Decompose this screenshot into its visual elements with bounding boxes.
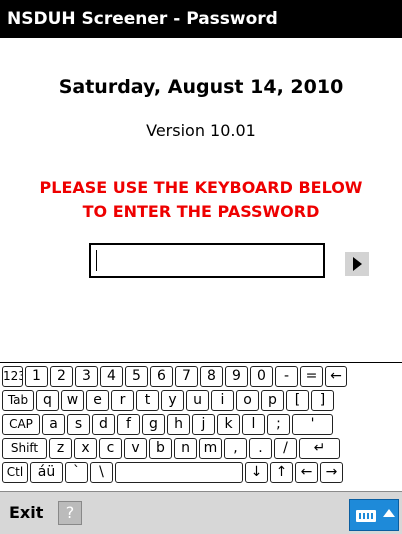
key-symbol-3[interactable]: \ — [90, 462, 113, 483]
key-123[interactable]: 123 — [2, 366, 23, 387]
input-panel-button[interactable] — [349, 499, 399, 531]
keyboard-icon — [356, 510, 376, 522]
key-v[interactable]: v — [124, 438, 147, 459]
key-symbol-1[interactable]: áü — [30, 462, 63, 483]
key-b[interactable]: b — [149, 438, 172, 459]
key-symbol-8[interactable]: , — [224, 438, 247, 459]
current-date: Saturday, August 14, 2010 — [58, 76, 344, 98]
key-e[interactable]: e — [86, 390, 109, 411]
key-j[interactable]: j — [192, 414, 215, 435]
key-cap[interactable]: CAP — [2, 414, 40, 435]
key-left-arrow[interactable]: ← — [295, 462, 318, 483]
key-symbol-11[interactable]: ' — [292, 414, 333, 435]
key-d[interactable]: d — [92, 414, 115, 435]
key-5[interactable]: 5 — [125, 366, 148, 387]
key-y[interactable]: y — [161, 390, 184, 411]
key-l[interactable]: l — [242, 414, 265, 435]
key-symbol-11[interactable]: - — [275, 366, 298, 387]
key-symbol-10[interactable]: ; — [267, 414, 290, 435]
key-6[interactable]: 6 — [150, 366, 173, 387]
key-k[interactable]: k — [217, 414, 240, 435]
help-icon[interactable]: ? — [58, 501, 82, 525]
key-t[interactable]: t — [136, 390, 159, 411]
key-backspace[interactable]: ← — [325, 366, 347, 387]
key-q[interactable]: q — [36, 390, 59, 411]
key-p[interactable]: p — [261, 390, 284, 411]
key-symbol-12[interactable]: ] — [311, 390, 334, 411]
title-bar: NSDUH Screener - Password — [0, 0, 402, 38]
key-f[interactable]: f — [117, 414, 140, 435]
key-a[interactable]: a — [42, 414, 65, 435]
password-input[interactable] — [89, 243, 325, 278]
key-o[interactable]: o — [236, 390, 259, 411]
key-r[interactable]: r — [111, 390, 134, 411]
exit-button[interactable]: Exit — [9, 503, 43, 522]
key-symbol-9[interactable]: . — [249, 438, 272, 459]
key-symbol-11[interactable]: [ — [286, 390, 309, 411]
key-i[interactable]: i — [211, 390, 234, 411]
key-n[interactable]: n — [174, 438, 197, 459]
key-m[interactable]: m — [199, 438, 222, 459]
key-u[interactable]: u — [186, 390, 209, 411]
bottom-menu-bar: Exit ? — [0, 491, 402, 534]
key-z[interactable]: z — [49, 438, 72, 459]
chevron-up-icon — [383, 509, 395, 517]
key-2[interactable]: 2 — [50, 366, 73, 387]
key-s[interactable]: s — [67, 414, 90, 435]
window-title: NSDUH Screener - Password — [7, 9, 278, 29]
instruction-line-1: PLEASE USE THE KEYBOARD BELOW — [39, 178, 363, 197]
key-0[interactable]: 0 — [250, 366, 273, 387]
key-enter[interactable]: ↵ — [299, 438, 340, 459]
key-right-arrow[interactable]: → — [320, 462, 343, 483]
key-h[interactable]: h — [167, 414, 190, 435]
text-caret — [96, 250, 97, 271]
key-space[interactable] — [115, 462, 243, 483]
soft-keyboard: 1231234567890-=←Tabqwertyuiop[]CAPasdfgh… — [0, 362, 402, 490]
key-1[interactable]: 1 — [25, 366, 48, 387]
key-9[interactable]: 9 — [225, 366, 248, 387]
key-7[interactable]: 7 — [175, 366, 198, 387]
key-ctl[interactable]: Ctl — [2, 462, 28, 483]
key-4[interactable]: 4 — [100, 366, 123, 387]
key-c[interactable]: c — [99, 438, 122, 459]
instruction-line-2: TO ENTER THE PASSWORD — [82, 202, 320, 221]
key-w[interactable]: w — [61, 390, 84, 411]
key-8[interactable]: 8 — [200, 366, 223, 387]
key-tab[interactable]: Tab — [2, 390, 34, 411]
key-symbol-2[interactable]: ` — [65, 462, 88, 483]
key-3[interactable]: 3 — [75, 366, 98, 387]
key-up-arrow[interactable]: ↑ — [270, 462, 293, 483]
version-label: Version 10.01 — [146, 121, 256, 140]
submit-arrow-button[interactable] — [345, 252, 369, 276]
key-x[interactable]: x — [74, 438, 97, 459]
key-symbol-10[interactable]: / — [274, 438, 297, 459]
key-symbol-12[interactable]: = — [300, 366, 323, 387]
key-down-arrow[interactable]: ↓ — [245, 462, 268, 483]
key-g[interactable]: g — [142, 414, 165, 435]
key-shift[interactable]: Shift — [2, 438, 47, 459]
password-instruction: PLEASE USE THE KEYBOARD BELOW TO ENTER T… — [0, 176, 402, 224]
